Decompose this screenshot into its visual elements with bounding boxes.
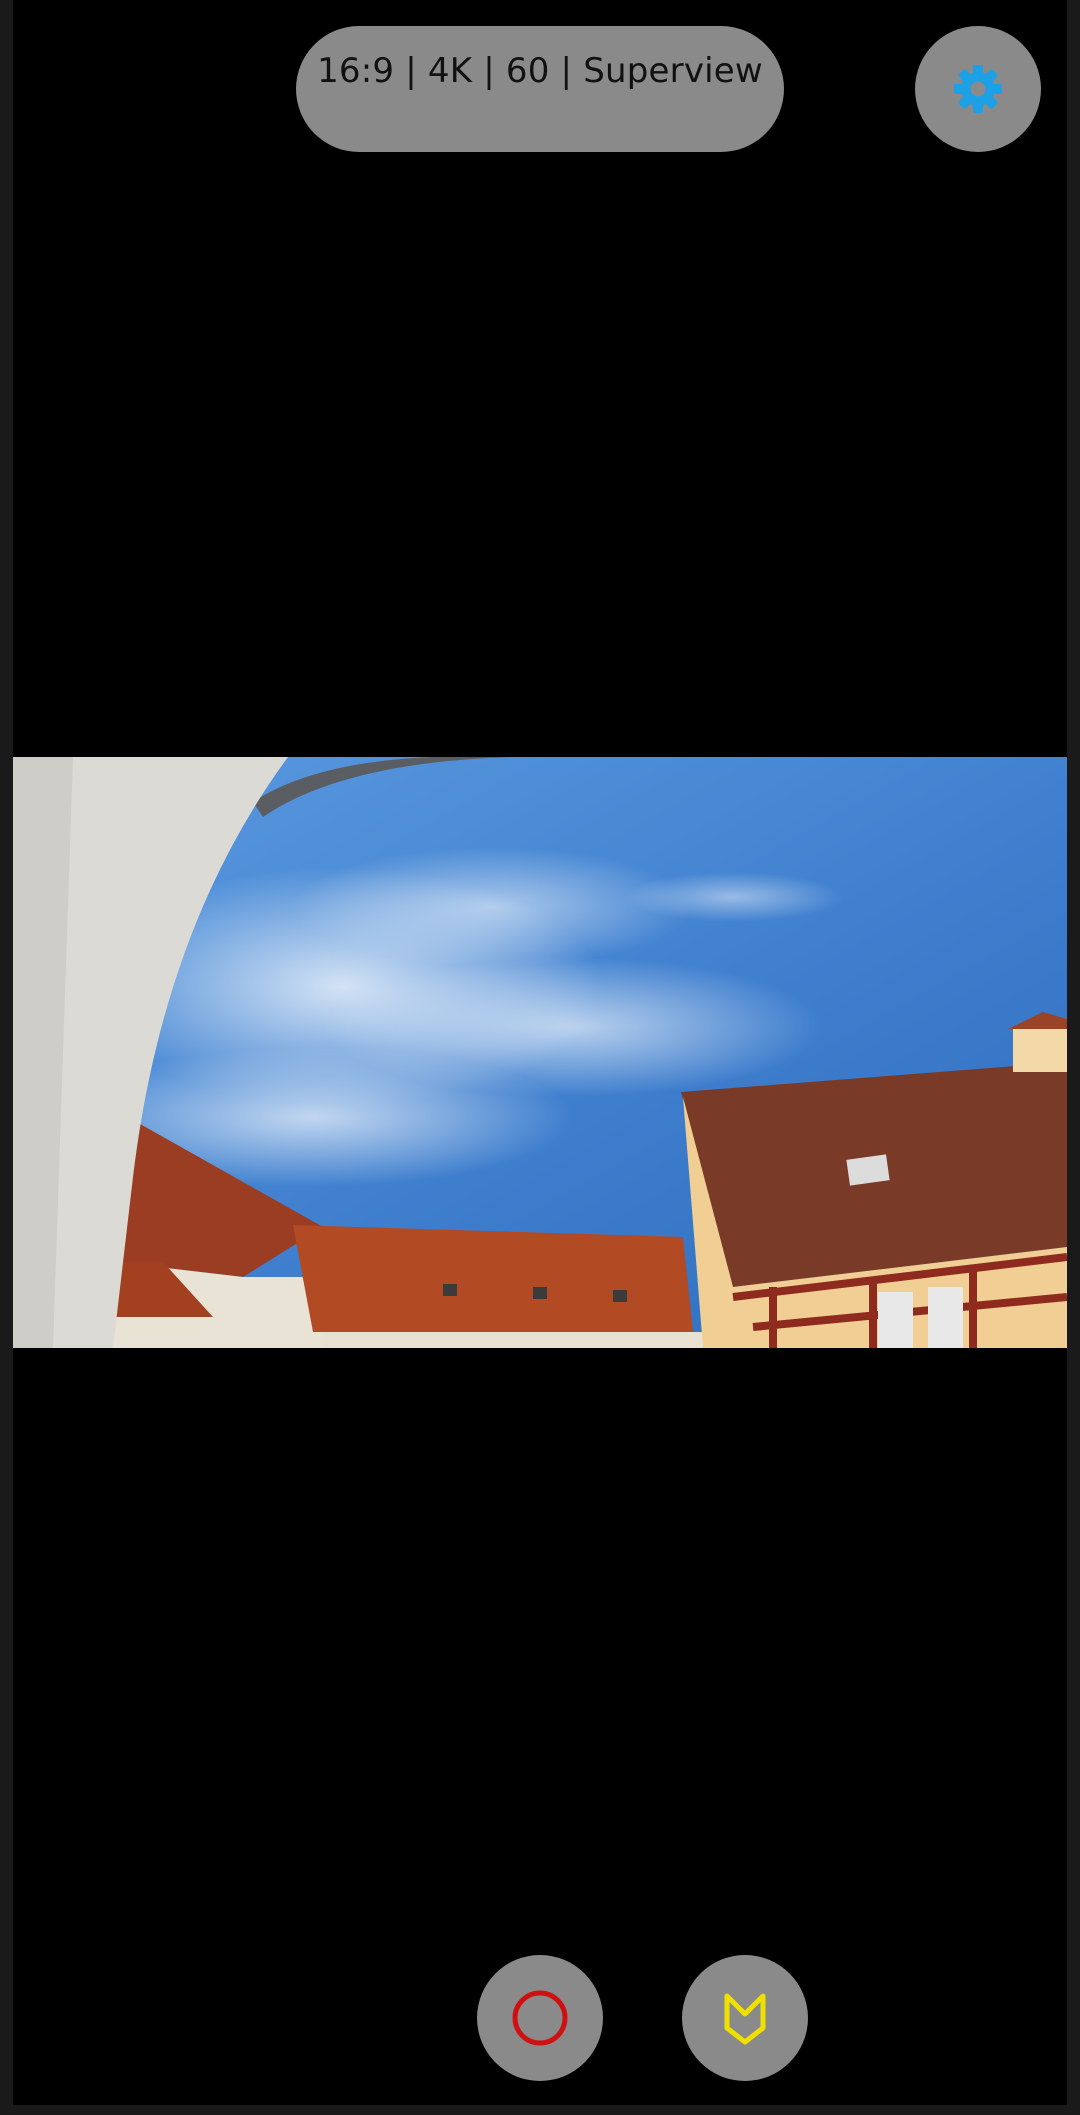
record-icon [512,1990,568,2046]
camera-preview [13,757,1067,1348]
hilight-button[interactable] [682,1955,808,2081]
settings-button[interactable] [915,26,1041,152]
status-pill[interactable]: 16:9 | 4K | 60 | Superview [296,26,784,152]
camera-screen: 16:9 | 4K | 60 | Superview [13,0,1067,2105]
gear-icon [954,65,1002,113]
status-text: 16:9 | 4K | 60 | Superview [317,51,763,91]
hilight-tag-icon [724,1993,766,2045]
record-button[interactable] [477,1955,603,2081]
